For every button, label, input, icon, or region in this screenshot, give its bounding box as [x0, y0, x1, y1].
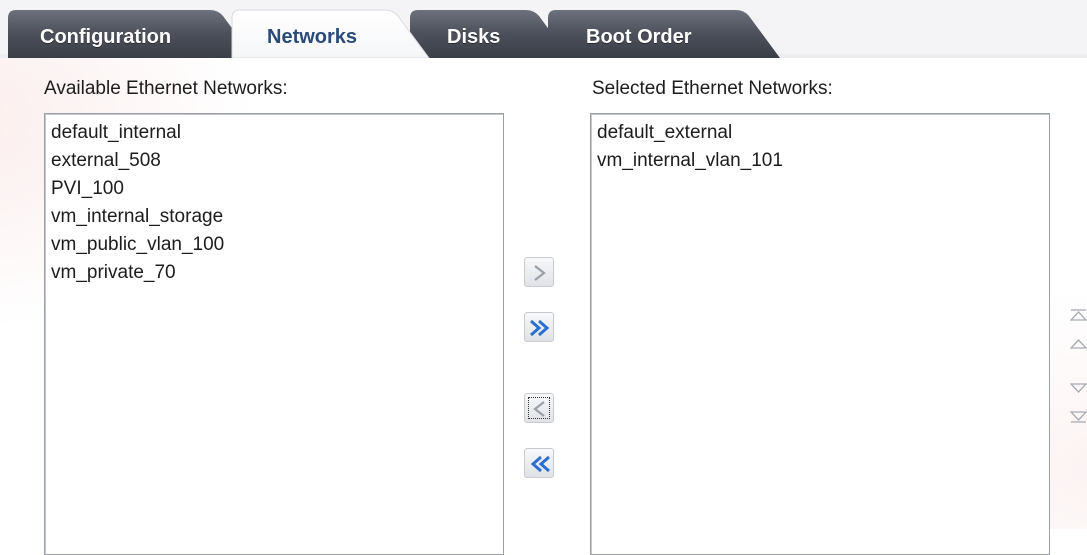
- move-to-top-icon[interactable]: [1070, 308, 1087, 322]
- list-item[interactable]: external_508: [51, 147, 503, 175]
- list-item[interactable]: default_external: [597, 119, 1049, 147]
- remove-all-button[interactable]: [524, 448, 554, 478]
- available-networks-label: Available Ethernet Networks:: [44, 78, 288, 99]
- list-item[interactable]: default_internal: [51, 119, 503, 147]
- remove-selected-button[interactable]: [524, 393, 554, 423]
- move-to-bottom-icon[interactable]: [1070, 410, 1087, 424]
- selected-networks-list[interactable]: default_external vm_internal_vlan_101: [590, 113, 1050, 555]
- tab-configuration[interactable]: Configuration: [40, 26, 171, 49]
- list-item[interactable]: vm_public_vlan_100: [51, 231, 503, 259]
- tab-networks[interactable]: Networks: [267, 26, 357, 49]
- list-item[interactable]: PVI_100: [51, 175, 503, 203]
- list-item[interactable]: vm_private_70: [51, 259, 503, 287]
- tab-disks[interactable]: Disks: [447, 26, 500, 49]
- move-selected-button[interactable]: [524, 257, 554, 287]
- list-item[interactable]: vm_internal_storage: [51, 203, 503, 231]
- double-chevron-right-icon: [530, 319, 550, 337]
- selected-networks-label: Selected Ethernet Networks:: [592, 78, 833, 99]
- available-networks-list[interactable]: default_internal external_508 PVI_100 vm…: [44, 113, 504, 555]
- chevron-right-icon: [534, 265, 546, 281]
- move-all-button[interactable]: [524, 312, 554, 342]
- chevron-left-icon: [533, 401, 545, 417]
- tab-bar: Configuration Networks Disks Boot Order: [0, 0, 1087, 58]
- list-item[interactable]: vm_internal_vlan_101: [597, 147, 1049, 175]
- move-up-icon[interactable]: [1070, 337, 1087, 351]
- double-chevron-left-icon: [530, 455, 550, 473]
- tab-boot-order[interactable]: Boot Order: [586, 26, 692, 49]
- move-down-icon[interactable]: [1070, 381, 1087, 395]
